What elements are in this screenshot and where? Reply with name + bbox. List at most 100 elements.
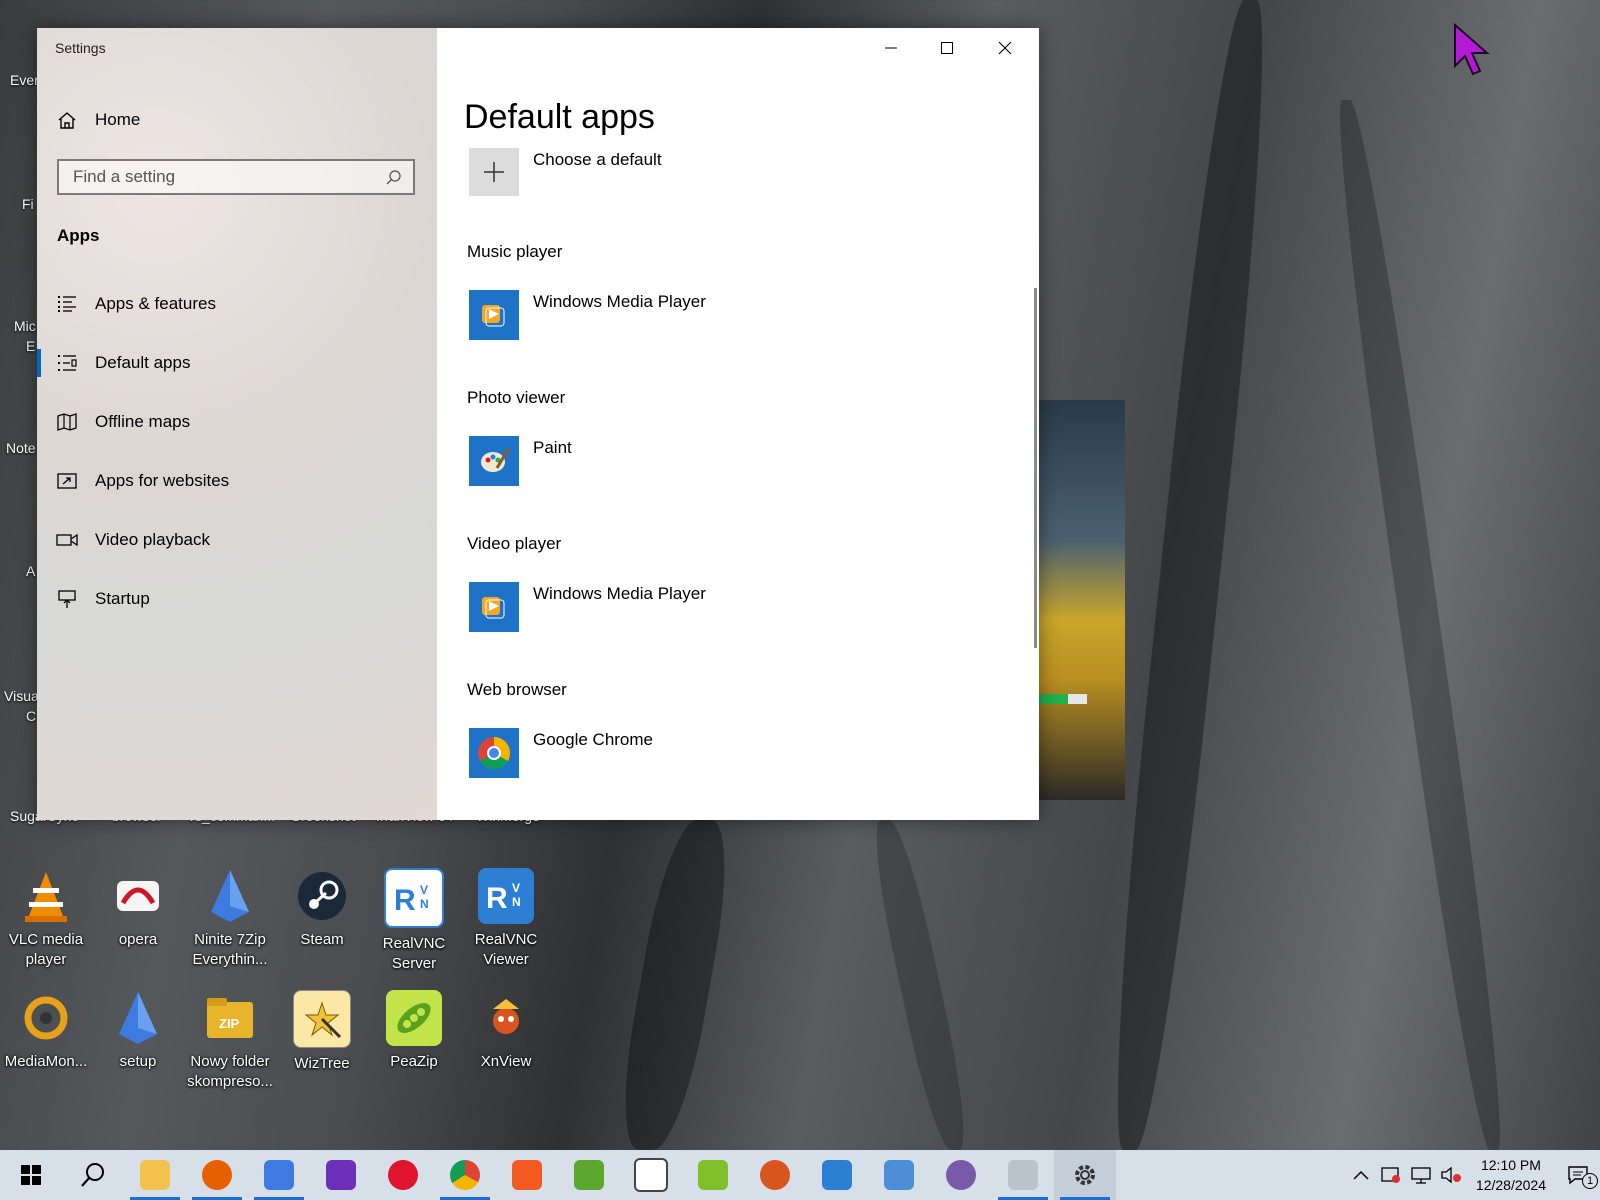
taskbar-app-xnview[interactable] bbox=[744, 1150, 806, 1200]
steam-icon bbox=[294, 868, 350, 924]
desktop-icon-mediamonkey[interactable]: MediaMon... bbox=[2, 990, 90, 1072]
sidebar-item-video-playback[interactable]: Video playback bbox=[55, 518, 425, 562]
ninite-icon bbox=[202, 868, 258, 924]
windows-media-player-icon bbox=[469, 290, 519, 340]
default-app-video-player[interactable]: Windows Media Player bbox=[469, 582, 706, 632]
desktop-icon-label-partial[interactable]: Fi bbox=[22, 196, 34, 212]
svg-text:R: R bbox=[394, 884, 416, 917]
maximize-button[interactable] bbox=[919, 28, 975, 68]
app-icon bbox=[946, 1160, 976, 1190]
sidebar-item-apps-features[interactable]: Apps & features bbox=[55, 282, 425, 326]
category-label-video: Video player bbox=[467, 534, 562, 553]
ninite-icon bbox=[264, 1160, 294, 1190]
startup-icon bbox=[55, 589, 79, 609]
scrollbar[interactable] bbox=[1034, 288, 1037, 648]
tray-app-icon[interactable] bbox=[1376, 1166, 1406, 1184]
zip-folder-icon: ZIP bbox=[202, 990, 258, 1046]
nav-home[interactable]: Home bbox=[55, 100, 415, 140]
background-window[interactable] bbox=[1039, 400, 1125, 800]
desktop-icon-label-partial[interactable]: Visua bbox=[4, 688, 39, 704]
desktop-icon-label: RealVNC Viewer bbox=[474, 931, 538, 968]
file-explorer-icon bbox=[140, 1160, 170, 1190]
desktop-icon-label-partial[interactable]: A bbox=[26, 563, 35, 579]
opera-icon bbox=[388, 1160, 418, 1190]
desktop-icon-vlc[interactable]: VLC media player bbox=[2, 868, 90, 970]
taskbar-app-peazip[interactable] bbox=[682, 1150, 744, 1200]
volume-muted-icon[interactable] bbox=[1436, 1166, 1466, 1184]
search-button[interactable] bbox=[62, 1150, 124, 1200]
nvidia-icon bbox=[574, 1160, 604, 1190]
video-icon bbox=[55, 532, 79, 548]
desktop-icon-setup[interactable]: setup bbox=[94, 990, 182, 1072]
sidebar-item-default-apps[interactable]: Default apps bbox=[37, 341, 425, 385]
desktop-icon-realvnc-server[interactable]: RVN RealVNC Server bbox=[370, 868, 458, 974]
search-icon[interactable] bbox=[385, 169, 403, 192]
desktop-icon-steam[interactable]: Steam bbox=[278, 868, 366, 950]
taskbar-app-ninite[interactable] bbox=[248, 1150, 310, 1200]
desktop-icon-label-partial[interactable]: E bbox=[26, 338, 35, 354]
settings-gear-icon bbox=[1075, 1165, 1095, 1185]
desktop-icon-label-partial[interactable]: C bbox=[26, 708, 36, 724]
desktop-icon-label-partial[interactable]: Note bbox=[6, 440, 36, 456]
start-icon bbox=[21, 1165, 41, 1185]
clock-date: 12/28/2024 bbox=[1475, 1177, 1546, 1193]
desktop-icon-peazip[interactable]: PeaZip bbox=[370, 990, 458, 1072]
taskbar-app-extra[interactable] bbox=[930, 1150, 992, 1200]
taskbar-app-calendar[interactable] bbox=[620, 1150, 682, 1200]
sidebar-item-label: Video playback bbox=[95, 530, 210, 549]
desktop-icon-label-partial[interactable]: Ever bbox=[10, 72, 39, 88]
taskbar-app-opera[interactable] bbox=[372, 1150, 434, 1200]
start-button[interactable] bbox=[0, 1150, 62, 1200]
chrome-icon bbox=[469, 728, 519, 778]
default-app-name: Windows Media Player bbox=[533, 292, 706, 311]
mouse-cursor-icon bbox=[1452, 22, 1492, 83]
taskbar-app-firefox[interactable] bbox=[186, 1150, 248, 1200]
taskbar-app-network[interactable] bbox=[868, 1150, 930, 1200]
clock[interactable]: 12:10 PM 12/28/2024 bbox=[1476, 1155, 1546, 1195]
svg-text:V: V bbox=[420, 883, 428, 897]
desktop-icon-label: opera bbox=[118, 931, 158, 948]
notifications-button[interactable]: 1 bbox=[1556, 1165, 1600, 1189]
sidebar-item-startup[interactable]: Startup bbox=[55, 577, 425, 621]
home-icon bbox=[55, 110, 79, 130]
taskbar-app-nvidia[interactable] bbox=[558, 1150, 620, 1200]
close-button[interactable] bbox=[977, 28, 1033, 68]
desktop-icon-realvnc-viewer[interactable]: RVN RealVNC Viewer bbox=[462, 868, 550, 970]
taskbar-app-settings[interactable] bbox=[1054, 1150, 1116, 1200]
taskbar-app-file-explorer[interactable] bbox=[124, 1150, 186, 1200]
search-input[interactable] bbox=[59, 166, 375, 188]
chevron-up-icon[interactable] bbox=[1346, 1170, 1376, 1180]
desktop-icon-label: Nowy folder skompreso... bbox=[187, 1053, 273, 1090]
notification-badge: 1 bbox=[1582, 1173, 1598, 1189]
default-app-web-browser[interactable]: Google Chrome bbox=[469, 728, 653, 778]
taskbar-app-brave[interactable] bbox=[496, 1150, 558, 1200]
taskbar-app-realvnc[interactable] bbox=[806, 1150, 868, 1200]
desktop-icon-opera[interactable]: opera bbox=[94, 868, 182, 950]
search-box[interactable] bbox=[57, 159, 415, 195]
map-icon bbox=[55, 413, 79, 431]
settings-window: Settings Home Apps Apps & features Defa bbox=[37, 28, 1039, 820]
desktop-icon-zip-folder[interactable]: ZIP Nowy folder skompreso... bbox=[186, 990, 274, 1092]
choose-default-button[interactable]: Choose a default bbox=[469, 148, 662, 196]
desktop-icon-label-partial[interactable]: Mic bbox=[14, 318, 36, 334]
desktop-icon-label: MediaMon... bbox=[4, 1053, 88, 1070]
network-icon[interactable] bbox=[1406, 1166, 1436, 1184]
realvnc-icon bbox=[822, 1160, 852, 1190]
chrome-icon bbox=[450, 1160, 480, 1190]
opera-icon bbox=[110, 868, 166, 924]
desktop-icon-xnview[interactable]: XnView bbox=[462, 990, 550, 1072]
sidebar-item-offline-maps[interactable]: Offline maps bbox=[55, 400, 425, 444]
default-app-photo-viewer[interactable]: Paint bbox=[469, 436, 572, 486]
desktop-icon-label: VLC media player bbox=[8, 931, 84, 968]
minimize-icon bbox=[885, 47, 897, 49]
minimize-button[interactable] bbox=[863, 28, 919, 68]
sidebar-item-label: Apps & features bbox=[95, 294, 216, 313]
default-app-music-player[interactable]: Windows Media Player bbox=[469, 290, 706, 340]
mediamonkey-icon bbox=[18, 990, 74, 1046]
sidebar-item-apps-for-websites[interactable]: Apps for websites bbox=[55, 459, 425, 503]
desktop-icon-ninite[interactable]: Ninite 7Zip Everythin... bbox=[186, 868, 274, 970]
taskbar-app-onenote[interactable] bbox=[310, 1150, 372, 1200]
desktop-icon-wiztree[interactable]: WizTree bbox=[278, 990, 366, 1074]
taskbar-app-chrome[interactable] bbox=[434, 1150, 496, 1200]
taskbar-app-window[interactable] bbox=[992, 1150, 1054, 1200]
